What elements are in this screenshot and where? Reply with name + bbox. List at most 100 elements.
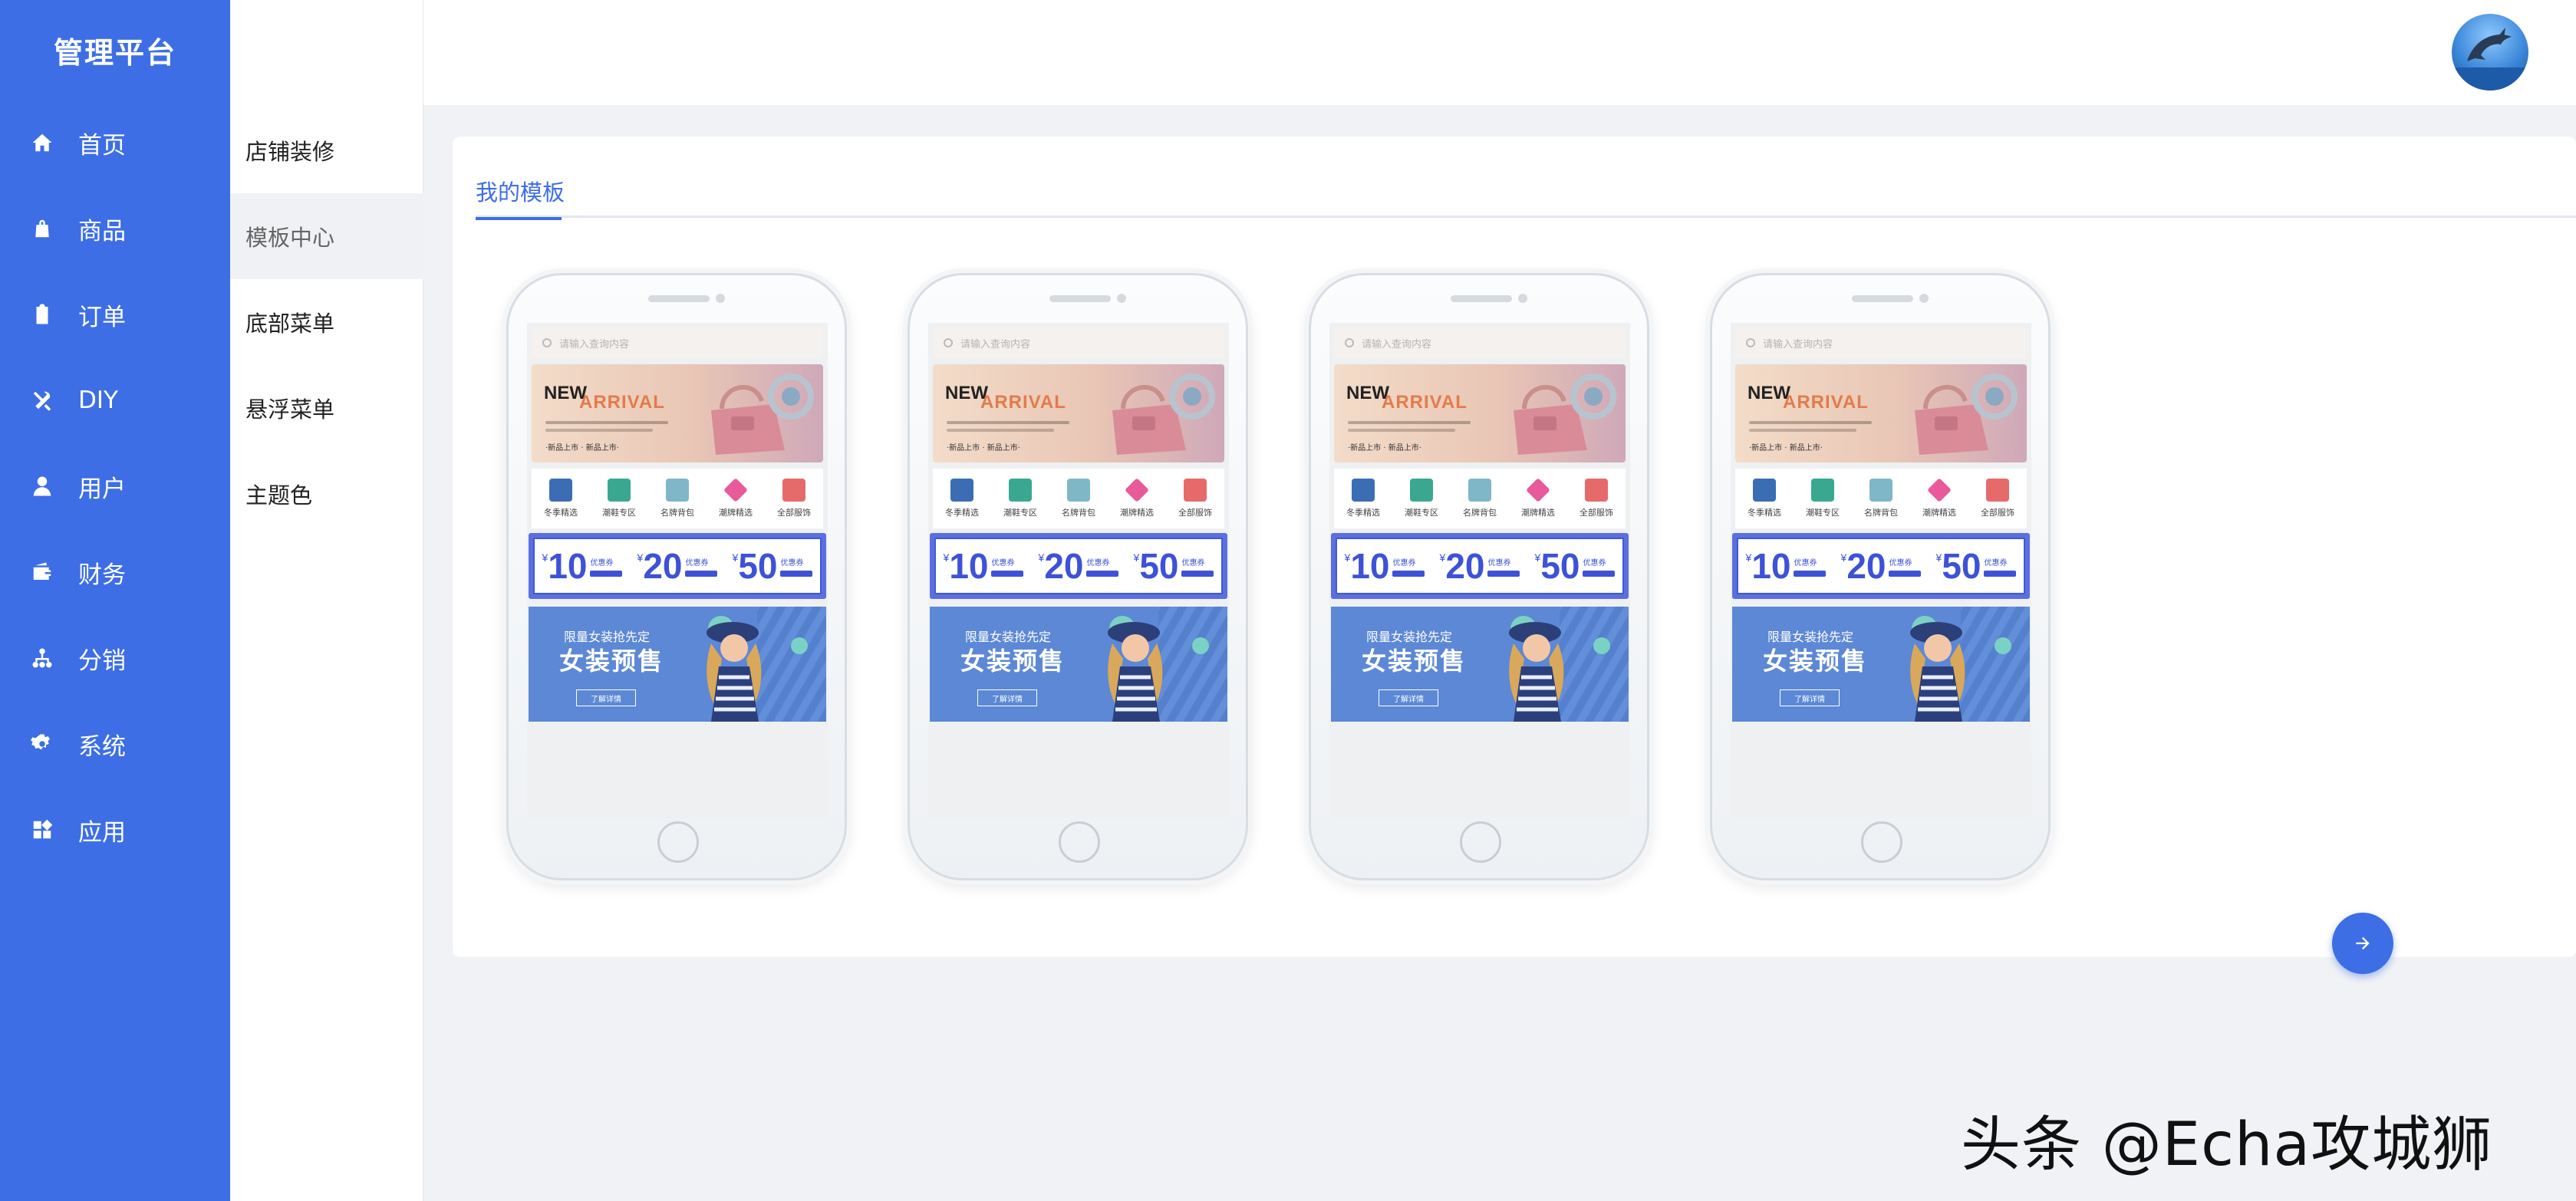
tab-active-indicator [476, 217, 562, 220]
preview-category-item: 潮牌精选 [1120, 478, 1154, 518]
phone-home-button [1861, 821, 1902, 863]
phone-camera [716, 294, 725, 303]
backpack-icon [1468, 479, 1491, 502]
preview-category-item: 全部服饰 [777, 479, 811, 518]
preview-category-item: 全部服饰 [1178, 479, 1212, 518]
banner-subtitle: ·新品上市 · 新品上市· [947, 444, 1020, 452]
preview-search-bar: 请输入查询内容 [933, 327, 1224, 358]
nav-item-home[interactable]: 首页 [0, 100, 230, 186]
nav-item-system[interactable]: 系统 [0, 701, 230, 787]
nav-item-diy[interactable]: DIY [0, 357, 230, 443]
category-label: 名牌背包 [1062, 508, 1095, 518]
category-label: 潮鞋专区 [1806, 508, 1840, 518]
dolphin-icon [2452, 28, 2528, 90]
preview-category-item: 潮牌精选 [719, 478, 753, 518]
nav-item-users[interactable]: 用户 [0, 443, 230, 529]
banner-arrival-text: ARRIVAL [1382, 392, 1468, 413]
banner-arrival-text: ARRIVAL [579, 392, 665, 413]
handbag-icon [1514, 373, 1616, 455]
template-card[interactable]: 请输入查询内容 NEW ARRIVAL ·新品上市 · 新品上市· 冬季精选 潮… [1710, 273, 2051, 880]
phone-speaker [648, 295, 710, 302]
category-label: 潮牌精选 [1922, 508, 1956, 518]
preview-category-row: 冬季精选 潮鞋专区 名牌背包 潮牌精选 全部服饰 [532, 469, 823, 528]
tools-icon [29, 387, 55, 413]
template-preview-screen: 请输入查询内容 NEW ARRIVAL ·新品上市 · 新品上市· 冬季精选 潮… [1731, 323, 2031, 818]
search-icon [1746, 338, 1755, 347]
preview-search-bar: 请输入查询内容 [1735, 327, 2027, 358]
category-label: 潮牌精选 [1120, 508, 1154, 518]
preview-category-item: 冬季精选 [1346, 479, 1380, 518]
nav-item-label: 首页 [78, 131, 126, 160]
promo-detail-button: 了解详情 [576, 689, 636, 706]
banner-arrival-text: ARRIVAL [1783, 392, 1869, 413]
coupon-button [1181, 570, 1214, 577]
yen-sign: ¥ [1344, 551, 1351, 564]
category-label: 潮鞋专区 [602, 508, 636, 518]
submenu-item-store-decoration[interactable]: 店铺装修 [230, 107, 423, 193]
preview-presale-banner: 限量女装抢先定 女装预售 了解详情 [529, 607, 826, 722]
template-card[interactable]: 请输入查询内容 NEW ARRIVAL ·新品上市 · 新品上市· 冬季精选 潮… [908, 273, 1248, 880]
backpack-icon [1869, 479, 1892, 502]
backpack-icon [666, 479, 689, 502]
coupon-amount: 50 [1540, 546, 1580, 586]
banner-text-line [947, 421, 1069, 424]
preview-category-item: 全部服饰 [1580, 479, 1613, 518]
nav-item-distribution[interactable]: 分销 [0, 615, 230, 701]
preview-search-placeholder: 请输入查询内容 [1362, 338, 1432, 350]
category-label: 全部服饰 [1178, 508, 1212, 518]
coupon-amount: 50 [1942, 546, 1981, 586]
coupon-button [780, 570, 813, 577]
template-card[interactable]: 请输入查询内容 NEW ARRIVAL ·新品上市 · 新品上市· 冬季精选 潮… [1309, 273, 1649, 880]
coupon-item: ¥ 20 优惠券 [1440, 548, 1520, 584]
category-label: 冬季精选 [544, 508, 578, 518]
preview-category-item: 冬季精选 [544, 479, 578, 518]
yen-sign: ¥ [637, 551, 644, 564]
nav-item-orders[interactable]: 订单 [0, 271, 230, 357]
next-page-button[interactable] [2332, 913, 2393, 974]
diamond-icon [1927, 478, 1952, 502]
phone-camera [1117, 294, 1126, 303]
search-icon [542, 338, 552, 347]
preview-new-arrival-banner: NEW ARRIVAL ·新品上市 · 新品上市· [1334, 364, 1626, 462]
yen-sign: ¥ [943, 551, 950, 564]
nav-item-finance[interactable]: 财务 [0, 529, 230, 615]
preview-coupon-strip: ¥ 10 优惠券 ¥ 20 优惠券 ¥ 50 优惠券 [1331, 533, 1629, 599]
dolphin-avatar[interactable] [2452, 14, 2528, 90]
yen-sign: ¥ [1133, 551, 1140, 564]
submenu-item-theme-color[interactable]: 主题色 [230, 451, 423, 537]
diamond-icon [1526, 478, 1550, 502]
coupon-item: ¥ 10 优惠券 [1746, 548, 1827, 584]
coupon-amount: 10 [548, 546, 588, 586]
banner-text-line [545, 421, 668, 424]
submenu-item-bottom-menu[interactable]: 底部菜单 [230, 279, 423, 365]
promo-detail-button: 了解详情 [1780, 689, 1840, 706]
template-panel: 我的模板 请输入查询内容 NEW ARRIVAL ·新品上市 · 新品上市· 冬… [453, 137, 2576, 957]
tab-bar: 我的模板 [476, 175, 2576, 220]
promo-line-2: 女装预售 [1362, 647, 1467, 676]
preview-category-item: 冬季精选 [945, 479, 979, 518]
category-label: 名牌背包 [660, 508, 694, 518]
coupon-button [991, 570, 1024, 577]
nav-item-products[interactable]: 商品 [0, 186, 230, 271]
store-icon [1986, 479, 2009, 502]
nav-item-apps[interactable]: 应用 [0, 787, 230, 873]
sitemap-icon [29, 645, 55, 671]
nav-item-label: DIY [78, 387, 118, 414]
coupon-label: 优惠券 [1583, 558, 1606, 568]
yen-sign: ¥ [1840, 551, 1847, 564]
category-label: 名牌背包 [1463, 508, 1497, 518]
template-card[interactable]: 请输入查询内容 NEW ARRIVAL ·新品上市 · 新品上市· 冬季精选 潮… [506, 273, 847, 880]
tab-my-templates[interactable]: 我的模板 [476, 175, 565, 220]
category-label: 潮牌精选 [719, 508, 753, 518]
category-label: 全部服饰 [1981, 508, 2014, 518]
coupon-button [1583, 570, 1616, 577]
template-preview-screen: 请输入查询内容 NEW ARRIVAL ·新品上市 · 新品上市· 冬季精选 潮… [1329, 323, 1630, 818]
preview-presale-banner: 限量女装抢先定 女装预售 了解详情 [930, 607, 1227, 722]
submenu-item-template-center[interactable]: 模板中心 [230, 193, 423, 279]
coupon-amount: 50 [1139, 546, 1179, 586]
preview-category-item: 潮鞋专区 [1806, 479, 1840, 518]
phone-home-button [1059, 821, 1100, 863]
submenu-item-floating-menu[interactable]: 悬浮菜单 [230, 365, 423, 451]
coupon-amount: 20 [1044, 546, 1084, 586]
coupon-button [1889, 570, 1922, 577]
